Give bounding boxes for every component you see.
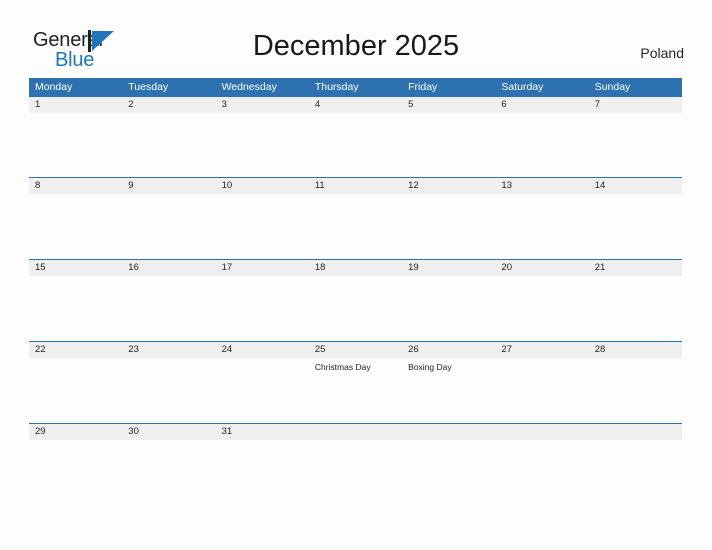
day-number: 1 [35,99,41,110]
day-cell[interactable]: 28 [589,342,682,423]
day-number: 28 [594,344,606,355]
weekday-header-sunday: Sunday [594,81,631,93]
day-cell[interactable]: 24 [216,342,309,423]
week-row: 15 16 17 18 19 20 21 [29,259,682,341]
weekday-header-friday: Friday [408,81,438,93]
day-cell [309,424,402,454]
day-number: 26 [408,344,419,355]
day-cell[interactable]: 29 [29,424,122,454]
weekday-header-wednesday: Wednesday [221,81,277,93]
day-cell[interactable]: 8 [29,178,122,259]
day-number: 22 [35,344,46,355]
country-label: Poland [640,45,684,61]
day-cell[interactable]: 13 [495,178,588,259]
weekday-header-monday: Monday [35,81,73,93]
day-cell[interactable]: 12 [402,178,495,259]
weekday-header-saturday: Saturday [501,81,544,93]
day-cell[interactable]: 18 [309,260,402,341]
day-cell[interactable]: 21 [589,260,682,341]
day-number: 4 [314,99,321,110]
calendar-grid: Monday Tuesday Wednesday Thursday Friday… [29,78,682,454]
weekday-header-tuesday: Tuesday [128,81,169,93]
weekday-header-thursday: Thursday [314,81,359,93]
day-cell[interactable]: 5 [402,97,495,177]
day-cell[interactable]: 6 [495,97,588,177]
day-number: 5 [408,99,414,110]
week-row: 29 30 31 [29,423,682,454]
day-number: 2 [128,99,134,110]
day-number: 14 [594,180,606,191]
day-cell[interactable]: 20 [495,260,588,341]
day-cell[interactable]: 7 [589,97,682,177]
day-number: 27 [501,344,512,355]
day-cell[interactable]: 4 [309,97,402,177]
day-event: Boxing Day [408,362,452,372]
day-cell[interactable]: 9 [122,178,215,259]
day-cell [402,424,495,454]
day-number: 11 [314,180,325,191]
day-number: 30 [128,426,139,437]
day-cell[interactable]: 22 [29,342,122,423]
day-cell[interactable]: 2 [122,97,215,177]
day-cell [589,424,682,454]
day-number: 16 [128,262,139,273]
day-number: 29 [35,426,46,437]
day-cell[interactable]: 3 [216,97,309,177]
page-title: December 2025 [252,30,460,62]
day-cell[interactable]: 23 [122,342,215,423]
day-number: 23 [128,344,139,355]
day-cell[interactable]: 10 [216,178,309,259]
day-number: 13 [501,180,512,191]
day-cell[interactable]: 25 Christmas Day [309,342,402,423]
week-row: 22 23 24 25 Christmas Day 26 Boxing Day 27… [29,341,682,423]
day-number: 24 [221,344,233,355]
day-cell[interactable]: 11 [309,178,402,259]
day-number: 12 [408,180,419,191]
day-cell[interactable]: 1 [29,97,122,177]
day-number: 18 [314,262,326,273]
day-cell[interactable]: 31 [216,424,309,454]
day-cell[interactable]: 14 [589,178,682,259]
day-cell[interactable]: 16 [122,260,215,341]
week-row: 1 2 3 4 5 6 7 [29,96,682,177]
day-cell[interactable]: 30 [122,424,215,454]
weekday-header-row: Monday Tuesday Wednesday Thursday Friday… [29,78,682,96]
day-number: 21 [594,262,606,273]
day-cell[interactable]: 15 [29,260,122,341]
day-cell[interactable]: 26 Boxing Day [402,342,495,423]
day-cell[interactable]: 27 [495,342,588,423]
day-number: 6 [501,99,507,110]
day-number: 17 [221,262,233,273]
day-number: 10 [221,180,233,191]
day-number: 20 [501,262,512,273]
day-cell[interactable]: 19 [402,260,495,341]
day-event: Christmas Day [314,362,371,372]
day-number: 7 [594,99,600,110]
day-number: 31 [221,426,233,437]
page-header: General Blue December 2025 Poland [0,0,712,78]
day-number: 19 [408,262,419,273]
day-number: 15 [35,262,46,273]
week-row: 8 9 10 11 12 13 14 [29,177,682,259]
day-number: 9 [128,180,134,191]
day-cell [495,424,588,454]
day-number: 3 [221,99,227,110]
day-cell[interactable]: 17 [216,260,309,341]
day-number: 25 [314,344,326,355]
day-number: 8 [35,180,41,191]
